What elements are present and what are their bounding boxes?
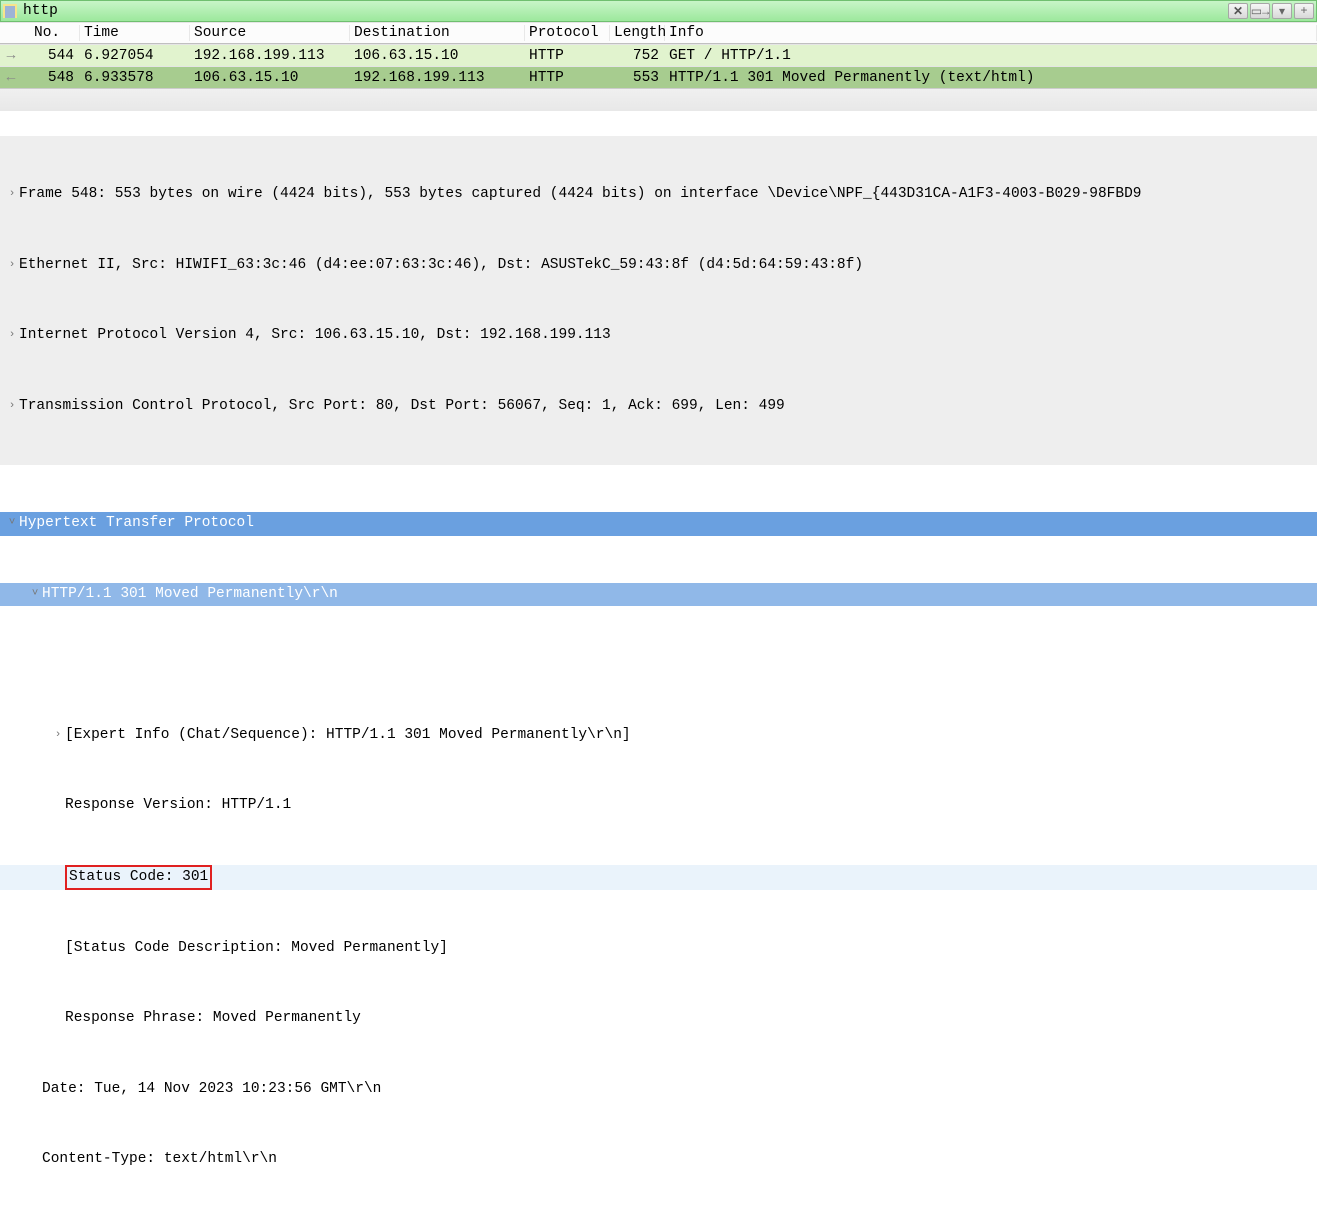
arrow-right-icon: → bbox=[0, 48, 22, 64]
bookmark-icon[interactable] bbox=[3, 4, 17, 18]
chevron-right-icon: › bbox=[5, 324, 19, 348]
tree-item[interactable]: ›Transmission Control Protocol, Src Port… bbox=[0, 395, 1317, 419]
cell-info: HTTP/1.1 301 Moved Permanently (text/htm… bbox=[665, 70, 1317, 86]
tree-item[interactable]: Date: Tue, 14 Nov 2023 10:23:56 GMT\r\n bbox=[0, 1078, 1317, 1102]
tree-item[interactable]: [Status Code Description: Moved Permanen… bbox=[0, 937, 1317, 961]
tree-item[interactable]: Content-Type: text/html\r\n bbox=[0, 1148, 1317, 1172]
cell-source: 106.63.15.10 bbox=[190, 70, 350, 86]
chevron-down-icon: ˅ bbox=[5, 512, 19, 536]
packet-details-pane: ›Frame 548: 553 bytes on wire (4424 bits… bbox=[0, 88, 1317, 1222]
cell-protocol: HTTP bbox=[525, 48, 610, 64]
cell-destination: 192.168.199.113 bbox=[350, 70, 525, 86]
tree-item[interactable]: ›[Expert Info (Chat/Sequence): HTTP/1.1 … bbox=[0, 724, 1317, 748]
col-source[interactable]: Source bbox=[190, 25, 350, 41]
chevron-down-icon: ˅ bbox=[28, 583, 42, 607]
cell-info: GET / HTTP/1.1 bbox=[665, 48, 1317, 64]
tree-item[interactable]: ›Frame 548: 553 bytes on wire (4424 bits… bbox=[0, 183, 1317, 207]
col-destination[interactable]: Destination bbox=[350, 25, 525, 41]
packet-list-header: No. Time Source Destination Protocol Len… bbox=[0, 22, 1317, 44]
cell-source: 192.168.199.113 bbox=[190, 48, 350, 64]
chevron-right-icon: › bbox=[51, 724, 65, 748]
cell-no: 548 bbox=[30, 70, 80, 86]
packet-row[interactable]: → 544 6.927054 192.168.199.113 106.63.15… bbox=[0, 44, 1317, 66]
tree-item[interactable]: ›Ethernet II, Src: HIWIFI_63:3c:46 (d4:e… bbox=[0, 254, 1317, 278]
col-no[interactable]: No. bbox=[30, 25, 80, 41]
display-filter-input[interactable] bbox=[21, 2, 1228, 20]
tree-item[interactable]: ˅Hypertext Transfer Protocol bbox=[0, 512, 1317, 536]
clear-filter-button[interactable]: ✕ bbox=[1228, 3, 1248, 19]
cell-no: 544 bbox=[30, 48, 80, 64]
tree-item[interactable]: ˅HTTP/1.1 301 Moved Permanently\r\n bbox=[0, 583, 1317, 607]
col-protocol[interactable]: Protocol bbox=[525, 25, 610, 41]
packet-row[interactable]: ← 548 6.933578 106.63.15.10 192.168.199.… bbox=[0, 66, 1317, 88]
tree-item[interactable]: Response Version: HTTP/1.1 bbox=[0, 794, 1317, 818]
cell-length: 752 bbox=[610, 48, 665, 64]
chevron-right-icon: › bbox=[28, 1219, 42, 1222]
display-filter-bar: ✕ ▭→ ▾ + bbox=[0, 0, 1317, 22]
cell-destination: 106.63.15.10 bbox=[350, 48, 525, 64]
filter-dropdown-button[interactable]: ▾ bbox=[1272, 3, 1292, 19]
chevron-right-icon: › bbox=[5, 183, 19, 207]
cell-time: 6.927054 bbox=[80, 48, 190, 64]
cell-time: 6.933578 bbox=[80, 70, 190, 86]
col-length[interactable]: Length bbox=[610, 25, 665, 41]
tree-item[interactable]: ›Internet Protocol Version 4, Src: 106.6… bbox=[0, 324, 1317, 348]
col-info[interactable]: Info bbox=[665, 25, 1317, 41]
col-time[interactable]: Time bbox=[80, 25, 190, 41]
chevron-right-icon: › bbox=[5, 254, 19, 278]
apply-filter-button[interactable]: ▭→ bbox=[1250, 3, 1270, 19]
cell-length: 553 bbox=[610, 70, 665, 86]
arrow-left-icon: ← bbox=[0, 70, 22, 86]
add-filter-button[interactable]: + bbox=[1294, 3, 1314, 19]
chevron-right-icon: › bbox=[5, 395, 19, 419]
status-code-field: Status Code: 301 bbox=[65, 865, 212, 890]
tree-item[interactable]: Status Code: 301 bbox=[0, 865, 1317, 890]
cell-protocol: HTTP bbox=[525, 70, 610, 86]
tree-item[interactable]: Response Phrase: Moved Permanently bbox=[0, 1007, 1317, 1031]
tree-item[interactable]: ›Content-Length: 241\r\n bbox=[0, 1219, 1317, 1222]
